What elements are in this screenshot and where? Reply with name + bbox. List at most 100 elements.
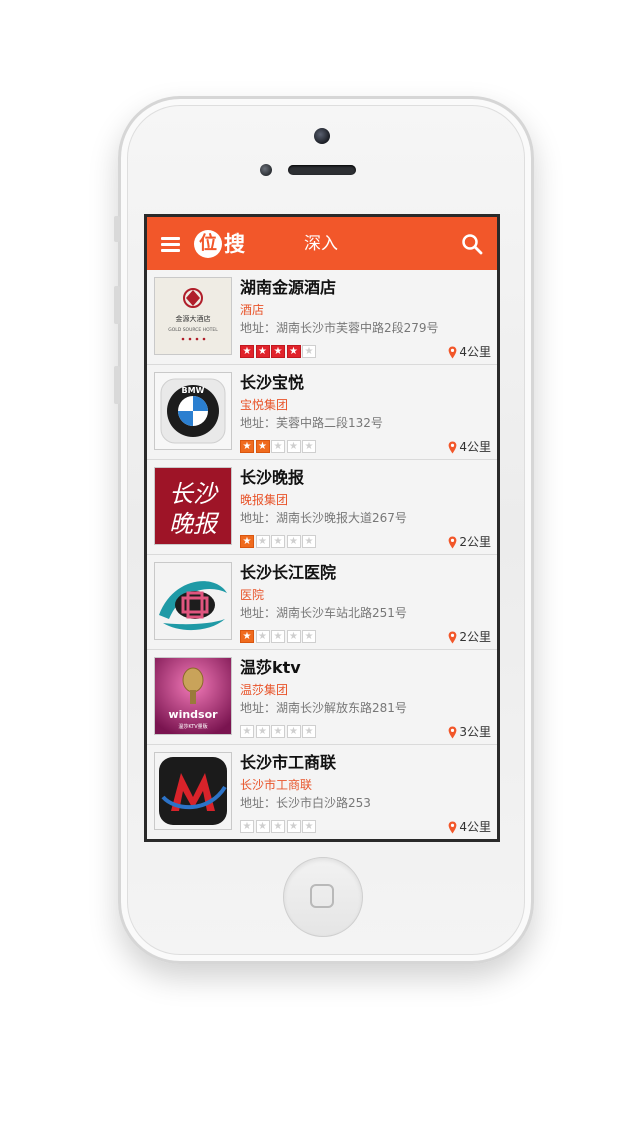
place-list: 金源大酒店 GOLD SOURCE HOTEL 湖南金源酒店 酒店 地址：湖南长… <box>147 270 497 839</box>
place-category[interactable]: 酒店 <box>240 302 264 318</box>
ktv-logo-sub: 温莎KTV量贩 <box>178 723 207 730</box>
star-empty-icon: ★ <box>286 440 301 453</box>
star-empty-icon: ★ <box>240 725 254 738</box>
star-rating: ★ ★ ★ ★ ★ <box>240 535 318 548</box>
star-filled-icon: ★ <box>255 440 270 453</box>
star-empty-icon: ★ <box>286 535 301 548</box>
distance-value: 4公里 <box>459 440 491 454</box>
star-empty-icon: ★ <box>255 535 270 548</box>
star-filled-icon: ★ <box>240 535 254 548</box>
star-empty-icon: ★ <box>286 630 301 643</box>
federation-logo <box>154 752 232 830</box>
distance-label: 4公里 <box>448 819 491 835</box>
location-pin-icon <box>448 441 457 453</box>
place-name: 湖南金源酒店 <box>240 278 337 297</box>
distance-label: 2公里 <box>448 629 491 645</box>
windsor-ktv-logo: windsor 温莎KTV量贩 <box>154 657 232 735</box>
front-camera <box>314 128 330 144</box>
star-empty-icon: ★ <box>302 820 316 833</box>
bmw-letters: BMW <box>182 386 205 395</box>
list-item[interactable]: 金源大酒店 GOLD SOURCE HOTEL 湖南金源酒店 酒店 地址：湖南长… <box>147 270 497 365</box>
changjiang-hospital-logo <box>154 562 232 640</box>
list-item[interactable]: 长沙长江医院 医院 地址：湖南长沙车站北路251号 ★ ★ ★ ★ ★ 2公里 <box>147 555 497 650</box>
place-category[interactable]: 长沙市工商联 <box>240 777 312 793</box>
location-pin-icon <box>448 821 457 833</box>
search-icon[interactable] <box>461 233 483 255</box>
list-item[interactable]: BMW 长沙宝悦 宝悦集团 地址：芙蓉中路二段132号 ★ ★ ★ ★ ★ 4公里 <box>147 365 497 460</box>
hotel-logo-cn: 金源大酒店 <box>176 314 211 323</box>
location-pin-icon <box>448 536 457 548</box>
location-pin-icon <box>448 346 457 358</box>
gold-source-hotel-logo: 金源大酒店 GOLD SOURCE HOTEL <box>154 277 232 355</box>
place-address: 地址：湖南长沙车站北路251号 <box>240 606 407 620</box>
star-empty-icon: ★ <box>271 630 285 643</box>
star-empty-icon: ★ <box>302 725 316 738</box>
page-title[interactable]: 深入 <box>304 232 338 256</box>
location-pin-icon <box>448 726 457 738</box>
distance-label: 3公里 <box>448 724 491 740</box>
star-empty-icon: ★ <box>271 820 285 833</box>
hamburger-icon[interactable] <box>161 237 180 252</box>
star-rating: ★ ★ ★ ★ ★ <box>240 345 318 358</box>
star-filled-icon: ★ <box>240 630 254 643</box>
place-address: 地址：湖南长沙市芙蓉中路2段279号 <box>240 321 439 335</box>
place-category[interactable]: 医院 <box>240 587 264 603</box>
app-logo-badge: 位 <box>194 230 222 258</box>
volume-up-button <box>114 286 120 324</box>
star-filled-icon: ★ <box>240 345 254 358</box>
star-filled-icon: ★ <box>240 440 254 453</box>
star-filled-icon: ★ <box>255 345 270 358</box>
star-rating: ★ ★ ★ ★ ★ <box>240 820 318 833</box>
ktv-logo-brand: windsor <box>168 708 218 721</box>
hotel-logo-en: GOLD SOURCE HOTEL <box>168 327 218 333</box>
star-empty-icon: ★ <box>271 725 285 738</box>
location-pin-icon <box>448 631 457 643</box>
star-rating: ★ ★ ★ ★ ★ <box>240 630 318 643</box>
list-item[interactable]: 长沙市工商联 长沙市工商联 地址：长沙市白沙路253 ★ ★ ★ ★ ★ 4公里 <box>147 745 497 839</box>
star-empty-icon: ★ <box>302 440 316 453</box>
place-address: 地址：湖南长沙晚报大道267号 <box>240 511 407 525</box>
app-view: 位 搜 深入 金源大酒店 GOLD SOURCE HOTEL 湖南金源酒店 酒店… <box>147 217 497 839</box>
place-address: 地址：湖南长沙解放东路281号 <box>240 701 407 715</box>
changsha-evening-news-logo: 长沙 晚报 <box>154 467 232 545</box>
place-name: 长沙市工商联 <box>240 753 337 772</box>
distance-value: 2公里 <box>459 535 491 549</box>
place-name: 温莎ktv <box>240 658 301 677</box>
place-name: 长沙宝悦 <box>240 373 305 392</box>
distance-value: 4公里 <box>459 820 491 834</box>
star-empty-icon: ★ <box>240 820 254 833</box>
star-empty-icon: ★ <box>271 440 285 453</box>
place-name: 长沙晚报 <box>240 468 305 487</box>
distance-value: 2公里 <box>459 630 491 644</box>
star-empty-icon: ★ <box>302 345 316 358</box>
distance-label: 2公里 <box>448 534 491 550</box>
star-empty-icon: ★ <box>286 725 301 738</box>
list-item[interactable]: 长沙 晚报 长沙晚报 晚报集团 地址：湖南长沙晚报大道267号 ★ ★ ★ ★ ★ 2公… <box>147 460 497 555</box>
star-empty-icon: ★ <box>255 725 270 738</box>
star-empty-icon: ★ <box>302 535 316 548</box>
list-item[interactable]: windsor 温莎KTV量贩 温莎ktv 温莎集团 地址：湖南长沙解放东路28… <box>147 650 497 745</box>
app-header: 位 搜 深入 <box>147 217 497 270</box>
star-empty-icon: ★ <box>271 535 285 548</box>
place-category[interactable]: 晚报集团 <box>240 492 288 508</box>
place-address: 地址：长沙市白沙路253 <box>240 796 371 810</box>
star-empty-icon: ★ <box>286 820 301 833</box>
news-logo-line1: 长沙 <box>169 480 219 508</box>
place-category[interactable]: 温莎集团 <box>240 682 288 698</box>
star-rating: ★ ★ ★ ★ ★ <box>240 440 318 453</box>
bmw-logo: BMW <box>154 372 232 450</box>
mockup-stage: 位 搜 深入 金源大酒店 GOLD SOURCE HOTEL 湖南金源酒店 酒店… <box>0 0 640 1136</box>
home-button[interactable] <box>283 857 363 937</box>
volume-down-button <box>114 366 120 404</box>
place-address: 地址：芙蓉中路二段132号 <box>240 416 383 430</box>
proximity-sensor <box>260 164 272 176</box>
star-filled-icon: ★ <box>271 345 285 358</box>
news-logo-line2: 晚报 <box>169 510 220 538</box>
home-square-icon <box>310 884 334 908</box>
distance-label: 4公里 <box>448 439 491 455</box>
place-name: 长沙长江医院 <box>240 563 337 582</box>
star-rating: ★ ★ ★ ★ ★ <box>240 725 318 738</box>
place-category[interactable]: 宝悦集团 <box>240 397 288 413</box>
distance-value: 3公里 <box>459 725 491 739</box>
mute-switch <box>114 216 120 242</box>
